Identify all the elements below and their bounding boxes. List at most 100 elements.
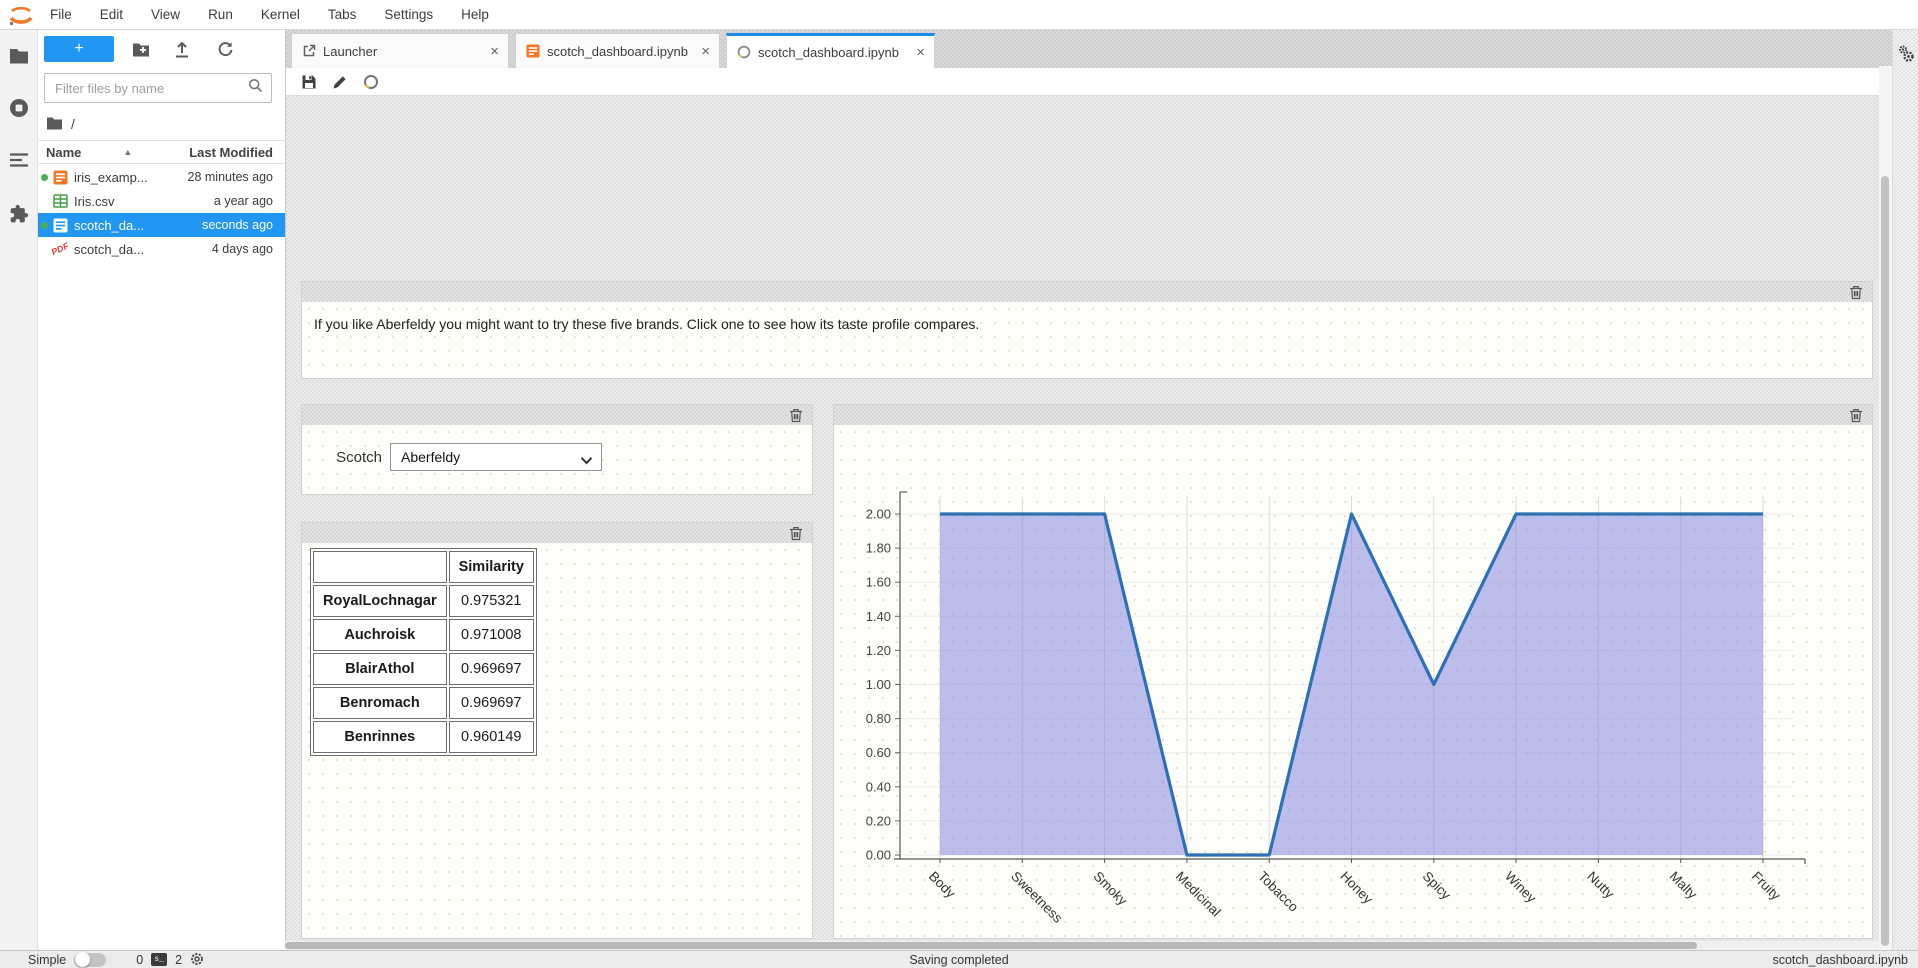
tab-launcher[interactable]: Launcher × (291, 33, 509, 68)
close-icon[interactable]: × (490, 44, 499, 59)
panel-header (302, 405, 812, 425)
sort-ascending-caret-icon: ▲ (123, 147, 132, 157)
taste-profile-chart[interactable]: 2.001.801.601.401.201.000.800.600.400.20… (840, 449, 1860, 950)
close-icon[interactable]: × (916, 45, 925, 60)
intro-text: If you like Aberfeldy you might want to … (302, 302, 1872, 346)
kernel-status-icon[interactable] (362, 73, 380, 91)
file-list-header: Name ▲ Last Modified (38, 140, 285, 164)
table-row[interactable]: BlairAthol 0.969697 (313, 653, 534, 685)
trash-icon[interactable] (788, 525, 804, 541)
trash-icon[interactable] (788, 407, 804, 423)
similarity-value: 0.969697 (449, 653, 534, 685)
brand-name[interactable]: RoyalLochnagar (313, 585, 447, 617)
scotch-dropdown[interactable]: Aberfeldy (390, 443, 602, 471)
file-modified: a year ago (214, 194, 285, 208)
csv-icon (52, 193, 68, 209)
status-bar: Saving completed Simple 0 s_ 2 scotch_da… (0, 950, 1918, 968)
table-header-row: Similarity (313, 551, 534, 583)
panel-header (834, 405, 1872, 425)
file-browser-toolbar: + (38, 30, 285, 70)
vertical-scrollbar[interactable] (1879, 66, 1892, 950)
file-modified: 28 minutes ago (188, 170, 285, 184)
brand-name[interactable]: Benrinnes (313, 721, 447, 753)
tab-scotch-dashboard-2-active[interactable]: scotch_dashboard.ipynb × (726, 33, 935, 68)
extensions-puzzle-icon[interactable] (7, 202, 31, 226)
svg-text:1.60: 1.60 (866, 575, 891, 590)
file-row-scotch-dashboard-notebook[interactable]: scotch_da... seconds ago (38, 213, 285, 237)
breadcrumb-root[interactable]: / (71, 116, 75, 132)
svg-text:Honey: Honey (1337, 869, 1375, 907)
brand-name[interactable]: BlairAthol (313, 653, 447, 685)
right-sidebar-strip (1892, 30, 1918, 950)
svg-text:Spicy: Spicy (1420, 869, 1454, 903)
brand-name[interactable]: Auchroisk (313, 619, 447, 651)
jupyter-logo (6, 2, 36, 28)
simple-mode-toggle[interactable] (74, 953, 106, 967)
svg-text:Malty: Malty (1667, 869, 1701, 903)
table-row[interactable]: Benromach 0.969697 (313, 687, 534, 719)
menu-file[interactable]: File (36, 0, 86, 30)
scotch-dropdown-value: Aberfeldy (401, 449, 460, 465)
edit-pencil-icon[interactable] (331, 73, 349, 91)
svg-text:1.20: 1.20 (866, 643, 891, 658)
trash-icon[interactable] (1848, 407, 1864, 423)
new-launcher-button[interactable]: + (44, 36, 114, 62)
running-sessions-icon[interactable] (7, 96, 31, 120)
chevron-down-icon (580, 452, 593, 468)
close-icon[interactable]: × (701, 44, 710, 59)
home-folder-icon[interactable] (46, 116, 63, 133)
file-browser-icon[interactable] (7, 44, 31, 68)
upload-icon[interactable] (172, 39, 192, 59)
panel-header (302, 523, 812, 543)
similarity-value: 0.969697 (449, 687, 534, 719)
similarity-value: 0.971008 (449, 619, 534, 651)
column-name-header[interactable]: Name (38, 145, 81, 160)
menu-help[interactable]: Help (447, 0, 503, 30)
refresh-icon[interactable] (215, 39, 235, 59)
trash-icon[interactable] (1848, 284, 1864, 300)
svg-text:0.60: 0.60 (866, 745, 891, 760)
vertical-scrollbar-thumb[interactable] (1881, 176, 1889, 946)
filter-files-input[interactable] (45, 81, 248, 96)
kernel-busy-gear-icon[interactable] (190, 952, 204, 967)
menu-edit[interactable]: Edit (86, 0, 137, 30)
menu-run[interactable]: Run (194, 0, 247, 30)
menu-tabs[interactable]: Tabs (314, 0, 371, 30)
notebook-icon (525, 44, 540, 59)
horizontal-scrollbar[interactable] (285, 941, 1879, 950)
table-of-contents-icon[interactable] (7, 148, 31, 172)
column-modified-header[interactable]: Last Modified (189, 145, 285, 160)
similarity-table-panel: Similarity RoyalLochnagar 0.975321 Auchr… (301, 522, 813, 939)
svg-text:Smoky: Smoky (1090, 869, 1130, 909)
similarity-value: 0.975321 (449, 585, 534, 617)
similarity-header: Similarity (449, 551, 534, 583)
save-icon[interactable] (300, 73, 318, 91)
file-row-iris-example[interactable]: iris_examp... 28 minutes ago (38, 165, 285, 189)
file-row-iris-csv[interactable]: Iris.csv a year ago (38, 189, 285, 213)
taste-profile-chart-panel: 2.001.801.601.401.201.000.800.600.400.20… (833, 404, 1873, 939)
property-inspector-gears-icon[interactable] (1897, 44, 1915, 64)
menu-settings[interactable]: Settings (370, 0, 447, 30)
status-message: Saving completed (0, 953, 1918, 967)
new-folder-icon[interactable] (131, 39, 151, 59)
running-indicator-dot (41, 222, 48, 229)
table-row[interactable]: Auchroisk 0.971008 (313, 619, 534, 651)
svg-text:2.00: 2.00 (866, 507, 891, 522)
tab-scotch-dashboard-1[interactable]: scotch_dashboard.ipynb × (515, 33, 720, 68)
table-row[interactable]: RoyalLochnagar 0.975321 (313, 585, 534, 617)
svg-text:Tobacco: Tobacco (1255, 869, 1301, 915)
svg-text:Medicinal: Medicinal (1173, 869, 1224, 920)
file-row-scotch-dashboard-pdf[interactable]: PDF scotch_da... 4 days ago (38, 237, 285, 261)
kernels-count[interactable]: 2 (175, 953, 182, 967)
menu-view[interactable]: View (137, 0, 194, 30)
horizontal-scrollbar-thumb[interactable] (285, 942, 1697, 949)
table-row[interactable]: Benrinnes 0.960149 (313, 721, 534, 753)
terminals-count[interactable]: 0 (136, 953, 143, 967)
notebook-icon (52, 169, 68, 185)
file-name: iris_examp... (74, 170, 148, 185)
menu-kernel[interactable]: Kernel (247, 0, 314, 30)
status-current-file: scotch_dashboard.ipynb (1772, 953, 1918, 967)
brand-name[interactable]: Benromach (313, 687, 447, 719)
left-activity-bar (0, 30, 38, 950)
svg-text:0.20: 0.20 (866, 813, 891, 828)
